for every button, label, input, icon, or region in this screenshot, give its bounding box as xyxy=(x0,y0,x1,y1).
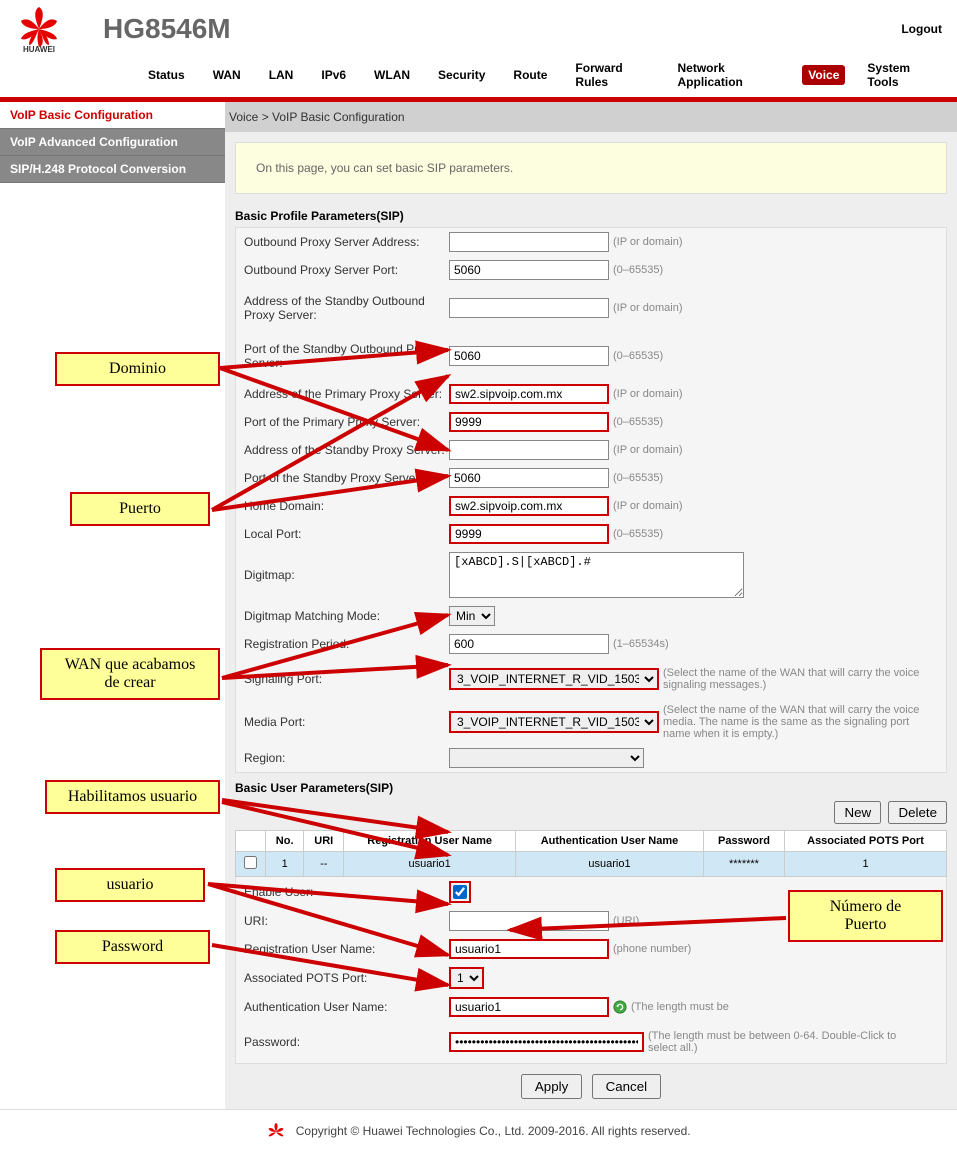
uri-label: URI: xyxy=(244,912,449,930)
signaling-select[interactable]: 3_VOIP_INTERNET_R_VID_1503 xyxy=(449,668,659,690)
digitmap-input[interactable]: [xABCD].S|[xABCD].# xyxy=(449,552,744,598)
footer-huawei-icon xyxy=(266,1122,286,1142)
user-table: No. URI Registration User Name Authentic… xyxy=(235,830,947,877)
th-uri: URI xyxy=(304,831,344,852)
media-select[interactable]: 3_VOIP_INTERNET_R_VID_1503 xyxy=(449,711,659,733)
user-section-title: Basic User Parameters(SIP) xyxy=(235,781,947,795)
digitmap-mode-label: Digitmap Matching Mode: xyxy=(244,607,449,625)
apply-button[interactable]: Apply xyxy=(521,1074,582,1099)
th-auth: Authentication User Name xyxy=(516,831,704,852)
delete-button[interactable]: Delete xyxy=(888,801,947,824)
th-check xyxy=(236,831,266,852)
th-pwd: Password xyxy=(703,831,784,852)
sidebar: VoIP Basic Configuration VoIP Advanced C… xyxy=(0,102,225,1109)
logout-link[interactable]: Logout xyxy=(901,22,942,36)
standby-addr-input[interactable] xyxy=(449,440,609,460)
pwd-label: Password: xyxy=(244,1025,449,1059)
nav-status[interactable]: Status xyxy=(142,65,191,85)
media-label: Media Port: xyxy=(244,705,449,739)
primary-port-input[interactable] xyxy=(449,412,609,432)
nav-ipv6[interactable]: IPv6 xyxy=(315,65,352,85)
digitmap-label: Digitmap: xyxy=(244,566,449,584)
footer: Copyright © Huawei Technologies Co., Ltd… xyxy=(0,1109,957,1154)
th-reg: Registration User Name xyxy=(344,831,516,852)
new-button[interactable]: New xyxy=(834,801,881,824)
primary-port-label: Port of the Primary Proxy Server: xyxy=(244,413,449,431)
side-voip-basic[interactable]: VoIP Basic Configuration xyxy=(0,102,225,129)
breadcrumb: Voice > VoIP Basic Configuration xyxy=(225,102,957,132)
nav-lan[interactable]: LAN xyxy=(263,65,300,85)
row-checkbox[interactable] xyxy=(244,856,257,869)
region-select[interactable] xyxy=(449,748,644,768)
model-label: HG8546M xyxy=(103,13,231,45)
profile-section-title: Basic Profile Parameters(SIP) xyxy=(235,209,947,223)
port-hint: (0–65535) xyxy=(613,264,663,276)
page-hint: On this page, you can set basic SIP para… xyxy=(235,142,947,194)
refresh-icon[interactable] xyxy=(613,1000,627,1014)
ip-domain-hint: (IP or domain) xyxy=(613,236,683,248)
digitmap-mode-select[interactable]: Min xyxy=(449,606,495,626)
outbound-port-input[interactable] xyxy=(449,260,609,280)
signaling-label: Signaling Port: xyxy=(244,662,449,696)
cancel-button[interactable]: Cancel xyxy=(592,1074,662,1099)
nav-forward[interactable]: Forward Rules xyxy=(569,58,655,92)
region-label: Region: xyxy=(244,749,449,767)
primary-addr-input[interactable] xyxy=(449,384,609,404)
pots-label: Associated POTS Port: xyxy=(244,969,449,987)
pots-select[interactable]: 1 xyxy=(449,967,484,989)
user-buttons-row: New Delete xyxy=(235,801,947,824)
profile-form: Outbound Proxy Server Address: (IP or dom… xyxy=(235,227,947,773)
standby-port-label: Port of the Standby Proxy Server: xyxy=(244,469,449,487)
nav-security[interactable]: Security xyxy=(432,65,491,85)
standby-out-port-input[interactable] xyxy=(449,346,609,366)
main-content: Voice > VoIP Basic Configuration On this… xyxy=(225,102,957,1109)
standby-out-addr-label: Address of the Standby Outbound Proxy Se… xyxy=(244,288,449,328)
auth-user-label: Authentication User Name: xyxy=(244,998,449,1016)
uri-input[interactable] xyxy=(449,911,609,931)
outbound-addr-input[interactable] xyxy=(449,232,609,252)
nav-wan[interactable]: WAN xyxy=(207,65,247,85)
table-row[interactable]: 1 -- usuario1 usuario1 ******* 1 xyxy=(236,852,947,877)
nav-wlan[interactable]: WLAN xyxy=(368,65,416,85)
pwd-input[interactable] xyxy=(449,1032,644,1052)
side-sip-h248[interactable]: SIP/H.248 Protocol Conversion xyxy=(0,156,225,183)
local-port-input[interactable] xyxy=(449,524,609,544)
home-domain-label: Home Domain: xyxy=(244,497,449,515)
reg-user-input[interactable] xyxy=(449,939,609,959)
nav-netapp[interactable]: Network Application xyxy=(672,58,787,92)
home-domain-input[interactable] xyxy=(449,496,609,516)
standby-addr-label: Address of the Standby Proxy Server: xyxy=(244,441,449,459)
reg-period-label: Registration Period: xyxy=(244,635,449,653)
th-pots: Associated POTS Port xyxy=(785,831,947,852)
th-no: No. xyxy=(266,831,304,852)
reg-period-input[interactable] xyxy=(449,634,609,654)
primary-addr-label: Address of the Primary Proxy Server: xyxy=(244,385,449,403)
header: HUAWEI HG8546M Logout xyxy=(0,0,957,58)
user-form: Enable User: URI:(URI) Registration User… xyxy=(235,877,947,1064)
nav-voice[interactable]: Voice xyxy=(802,65,845,85)
footer-text: Copyright © Huawei Technologies Co., Ltd… xyxy=(296,1124,691,1138)
svg-text:HUAWEI: HUAWEI xyxy=(23,45,55,53)
top-nav: Status WAN LAN IPv6 WLAN Security Route … xyxy=(0,58,957,97)
reg-user-label: Registration User Name: xyxy=(244,940,449,958)
side-voip-advanced[interactable]: VoIP Advanced Configuration xyxy=(0,129,225,156)
huawei-icon: HUAWEI xyxy=(15,5,63,53)
enable-label: Enable User: xyxy=(244,883,449,901)
outbound-port-label: Outbound Proxy Server Port: xyxy=(244,261,449,279)
brand-logo: HUAWEI xyxy=(15,5,73,53)
bottom-buttons: Apply Cancel xyxy=(235,1074,947,1099)
standby-out-addr-input[interactable] xyxy=(449,298,609,318)
nav-system[interactable]: System Tools xyxy=(861,58,942,92)
nav-route[interactable]: Route xyxy=(507,65,553,85)
enable-user-checkbox[interactable] xyxy=(453,885,467,899)
standby-port-input[interactable] xyxy=(449,468,609,488)
standby-out-port-label: Port of the Standby Outbound Proxy Serve… xyxy=(244,336,449,376)
auth-user-input[interactable] xyxy=(449,997,609,1017)
local-port-label: Local Port: xyxy=(244,525,449,543)
outbound-addr-label: Outbound Proxy Server Address: xyxy=(244,233,449,251)
